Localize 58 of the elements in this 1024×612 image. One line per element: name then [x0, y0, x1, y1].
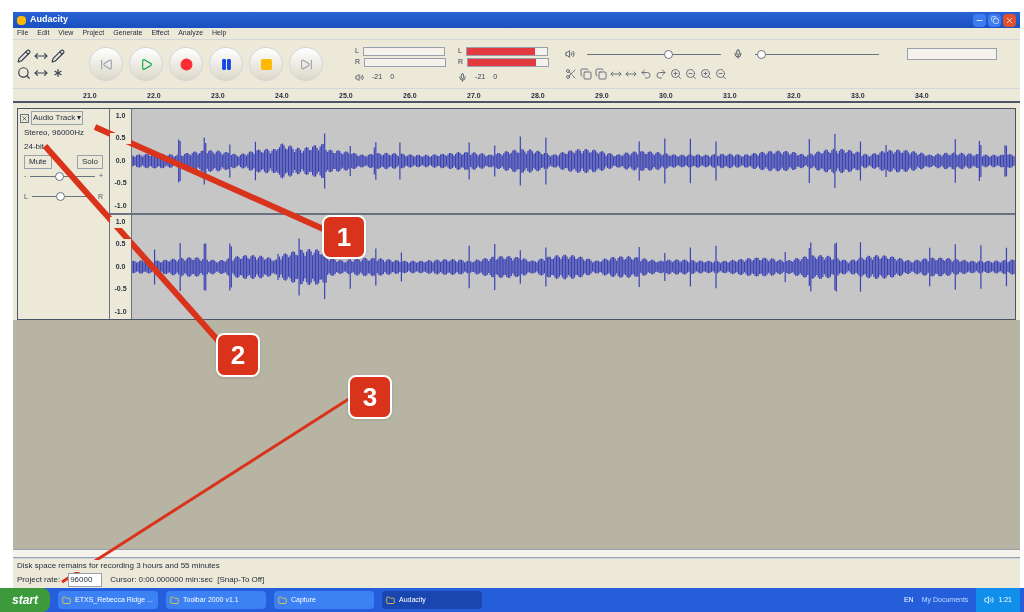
- slider-thumb[interactable]: [663, 49, 673, 59]
- project-rate-label: Project rate:: [17, 574, 61, 586]
- skip-end-icon: [299, 57, 313, 71]
- speaker-icon[interactable]: [984, 595, 995, 605]
- zoom-tool-icon[interactable]: [17, 65, 31, 80]
- copy-icon[interactable]: [580, 68, 593, 80]
- trim-icon[interactable]: [565, 68, 578, 80]
- restore-icon: [990, 16, 999, 24]
- track-bit-depth-label: 24-bit: [23, 141, 45, 153]
- callout-badge: 3: [348, 375, 392, 419]
- redo-icon[interactable]: [655, 68, 668, 80]
- speaker-icon: [565, 49, 576, 59]
- draw-tool-icon[interactable]: [51, 48, 65, 63]
- track-name-menu[interactable]: Audio Track ▾: [31, 111, 84, 125]
- cursor-status: Cursor: 0:00.000000 min:sec [Snap-To Off]: [110, 574, 265, 586]
- mute-button[interactable]: Mute: [24, 155, 52, 169]
- window-title: Audacity: [30, 13, 68, 27]
- minimize-button[interactable]: [973, 13, 986, 27]
- close-button[interactable]: [1003, 13, 1016, 27]
- folder-icon: [170, 595, 179, 605]
- folder-icon: [278, 595, 287, 605]
- pause-icon: [219, 57, 233, 71]
- folder-icon: [62, 595, 71, 605]
- track-format-label: Stereo, 96000Hz: [23, 127, 86, 139]
- close-icon: [21, 114, 28, 122]
- microphone-icon: [733, 49, 744, 59]
- slider-thumb[interactable]: [55, 171, 65, 181]
- callout-badge: 1: [322, 215, 366, 259]
- microphone-icon: [458, 72, 468, 82]
- play-icon: [139, 57, 153, 71]
- zoom-in-icon[interactable]: [670, 68, 683, 80]
- project-rate-field[interactable]: 96000: [68, 573, 103, 587]
- record-button[interactable]: [169, 47, 203, 81]
- skip-start-icon: [99, 57, 113, 71]
- input-source-dropdown[interactable]: [907, 48, 998, 60]
- slider-thumb[interactable]: [55, 192, 65, 202]
- speaker-icon: [355, 72, 364, 82]
- paste-icon[interactable]: [595, 68, 608, 80]
- track-close-button[interactable]: [20, 113, 29, 123]
- disk-space-status: Disk space remains for recording 3 hours and 55 minutes: [17, 560, 220, 572]
- zoom-fit-icon[interactable]: [715, 68, 728, 80]
- record-icon: [179, 57, 193, 71]
- pause-button[interactable]: [209, 47, 243, 81]
- stop-icon: [259, 57, 273, 71]
- skip-end-button[interactable]: [289, 47, 323, 81]
- close-icon: [1005, 15, 1014, 25]
- restore-button[interactable]: [988, 13, 1001, 27]
- zoom-out-icon[interactable]: [685, 68, 698, 80]
- app-icon: [17, 15, 26, 25]
- callout-badge: 2: [216, 333, 260, 377]
- undo-icon[interactable]: [640, 68, 653, 80]
- slider-thumb[interactable]: [757, 49, 767, 59]
- skip-start-button[interactable]: [89, 47, 123, 81]
- folder-icon: [386, 595, 395, 605]
- play-button[interactable]: [129, 47, 163, 81]
- zoom-selection-icon[interactable]: [700, 68, 713, 80]
- solo-button[interactable]: Solo: [77, 155, 103, 169]
- start-button[interactable]: start: [0, 588, 50, 612]
